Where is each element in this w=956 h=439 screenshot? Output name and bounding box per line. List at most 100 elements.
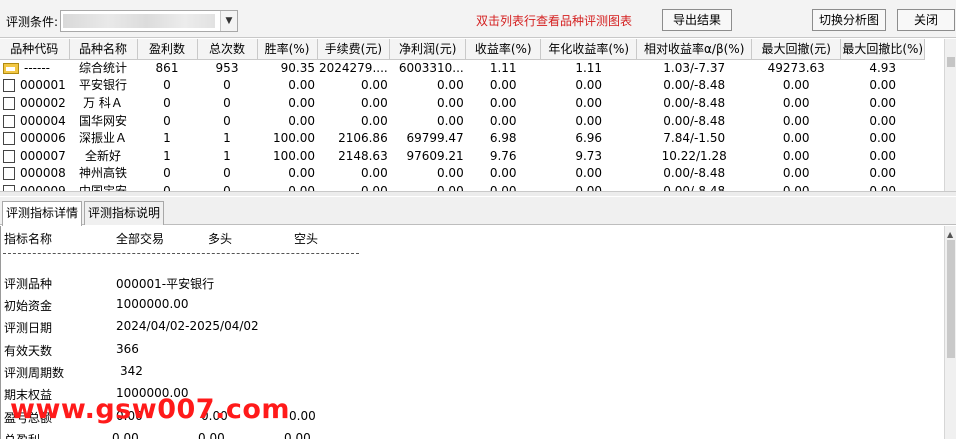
cell-total: 0 <box>223 183 231 191</box>
metric-label: 有效天数 <box>4 344 53 358</box>
cell-profit: 0.00 <box>436 95 464 110</box>
cell-total: 0 <box>223 95 231 110</box>
detail-scrollbar[interactable]: ▲ <box>944 226 956 439</box>
detail-scroll-thumb[interactable] <box>947 240 955 358</box>
cell-winrate: 0.00 <box>288 78 315 93</box>
cell-ret: 6.98 <box>489 131 517 146</box>
cell-name: 万 科Ａ <box>83 95 123 110</box>
metric-value: 342 <box>120 364 143 378</box>
cell-code: 000007 <box>0 147 69 165</box>
cell-winrate: 100.00 <box>273 148 315 163</box>
cell-fee: 0.00 <box>360 183 388 191</box>
metric-value: 1000000.00 <box>116 297 189 311</box>
cell-ddratio: 4.93 <box>869 60 897 75</box>
column-header[interactable]: 盈利数 <box>137 39 198 60</box>
column-header[interactable]: 最大回撤(元) <box>751 39 842 60</box>
table-row[interactable]: ------ 综合统计 861 953 90.35 2024279.... 6003310.… <box>0 59 925 77</box>
cell-code: 000006 <box>0 130 69 148</box>
cell-code-text: 000001 <box>20 78 66 93</box>
cell-relative: 0.00/-8.48 <box>663 183 726 191</box>
switch-analysis-chart-button[interactable]: 切换分析图 <box>812 9 886 31</box>
cell-ddratio: 0.00 <box>869 78 897 93</box>
cell-relative: 10.22/1.28 <box>661 148 727 163</box>
cell-total: 0 <box>223 166 231 181</box>
cell-ret: 0.00 <box>489 166 517 181</box>
column-header[interactable]: 总次数 <box>197 39 258 60</box>
cell-fee: 0.00 <box>360 166 388 181</box>
export-results-button[interactable]: 导出结果 <box>662 9 732 31</box>
document-icon <box>3 114 15 128</box>
tab-metric-details[interactable]: 评测指标详情 <box>2 201 82 226</box>
cell-annual: 0.00 <box>575 95 603 110</box>
cell-maxdd: 0.00 <box>782 183 810 191</box>
column-header[interactable]: 品种名称 <box>69 39 138 60</box>
cell-name: 深振业Ａ <box>78 131 127 146</box>
separator-line <box>3 253 359 254</box>
cell-profit: 0.00 <box>436 183 464 191</box>
cell-winrate: 0.00 <box>288 183 315 191</box>
metric-label: 总盈利 <box>4 431 40 439</box>
table-row[interactable]: 000004 国华网安 0 0 0.00 0.00 0.00 0.00 0.00 0.00/-8.… <box>0 112 925 130</box>
cell-code: 000008 <box>0 165 69 183</box>
scroll-up-icon[interactable]: ▲ <box>947 230 953 239</box>
table-row[interactable]: 000006 深振业Ａ 1 1 100.00 2106.86 69799.47 6.98 6.9… <box>0 130 925 148</box>
cell-total: 1 <box>223 148 231 163</box>
splitter[interactable] <box>0 191 956 196</box>
cell-ret: 0.00 <box>489 78 517 93</box>
cell-wins: 1 <box>163 148 171 163</box>
column-header[interactable]: 年化收益率(%) <box>540 39 638 60</box>
cell-fee: 0.00 <box>360 78 388 93</box>
cell-wins: 0 <box>163 78 171 93</box>
cell-wins: 861 <box>155 60 179 75</box>
table-row[interactable]: 000009 中国宝安 0 0 0.00 0.00 0.00 0.00 0.00 0.00/-8.… <box>0 183 925 191</box>
metric-label: 评测周期数 <box>4 366 65 380</box>
grid-scrollbar[interactable] <box>944 39 956 191</box>
metric-value: 000001-平安银行 <box>116 277 215 291</box>
results-grid[interactable]: 品种代码 品种名称 盈利数 总次数 胜率(%) 手续费(元) 净利润(元) 收益… <box>0 39 944 191</box>
column-header[interactable]: 品种代码 <box>0 39 70 60</box>
cell-annual: 0.00 <box>575 78 603 93</box>
cell-total: 0 <box>223 113 231 128</box>
metric-value-long: 0.00 <box>198 431 225 439</box>
chevron-down-icon[interactable]: ▼ <box>220 11 237 31</box>
cell-annual: 0.00 <box>575 113 603 128</box>
cell-maxdd: 0.00 <box>782 166 810 181</box>
column-header[interactable]: 相对收益率α/β(%) <box>636 39 753 60</box>
cell-wins: 0 <box>163 95 171 110</box>
column-header[interactable]: 净利润(元) <box>389 39 467 60</box>
cell-winrate: 0.00 <box>288 95 315 110</box>
metric-label: 初始资金 <box>4 299 53 313</box>
cell-total: 953 <box>215 60 239 75</box>
toolbar: 评测条件: ▼ 双击列表行查看品种评测图表 导出结果 切换分析图 关闭 <box>0 0 956 38</box>
metric-label: 评测品种 <box>4 277 53 291</box>
column-header[interactable]: 最大回撤比(%) <box>840 39 926 60</box>
cell-annual: 9.73 <box>575 148 603 163</box>
column-header[interactable]: 胜率(%) <box>257 39 318 60</box>
column-header[interactable]: 手续费(元) <box>317 39 391 60</box>
table-row[interactable]: 000008 神州高铁 0 0 0.00 0.00 0.00 0.00 0.00 0.00/-8.… <box>0 165 925 183</box>
cell-maxdd: 0.00 <box>782 131 810 146</box>
cell-name: 平安银行 <box>78 78 127 93</box>
document-icon <box>3 149 15 163</box>
close-button[interactable]: 关闭 <box>897 9 955 31</box>
header-long: 多头 <box>208 232 233 246</box>
tab-metric-description[interactable]: 评测指标说明 <box>84 201 164 225</box>
cell-fee: 2106.86 <box>338 131 388 146</box>
cell-code: 000009 <box>0 183 69 191</box>
cell-winrate: 0.00 <box>288 113 315 128</box>
table-row[interactable]: 000002 万 科Ａ 0 0 0.00 0.00 0.00 0.00 0.00 0.00/-8.… <box>0 95 925 113</box>
cell-total: 0 <box>223 78 231 93</box>
cell-ddratio: 0.00 <box>869 95 897 110</box>
table-row[interactable]: 000001 平安银行 0 0 0.00 0.00 0.00 0.00 0.00 0.00/-8.… <box>0 77 925 95</box>
table-row[interactable]: 000007 全新好 1 1 100.00 2148.63 97609.21 9.76 9.73… <box>0 147 925 165</box>
column-header[interactable]: 收益率(%) <box>465 39 542 60</box>
cell-code-text: 000002 <box>20 95 66 110</box>
condition-combobox[interactable]: ▼ <box>60 10 238 32</box>
cell-profit: 0.00 <box>436 78 464 93</box>
cell-ret: 9.76 <box>489 148 517 163</box>
grid-scroll-thumb[interactable] <box>947 57 955 67</box>
cell-relative: 1.03/-7.37 <box>663 60 726 75</box>
cell-winrate: 100.00 <box>273 131 315 146</box>
cell-fee: 0.00 <box>360 95 388 110</box>
cell-annual: 0.00 <box>575 183 603 191</box>
